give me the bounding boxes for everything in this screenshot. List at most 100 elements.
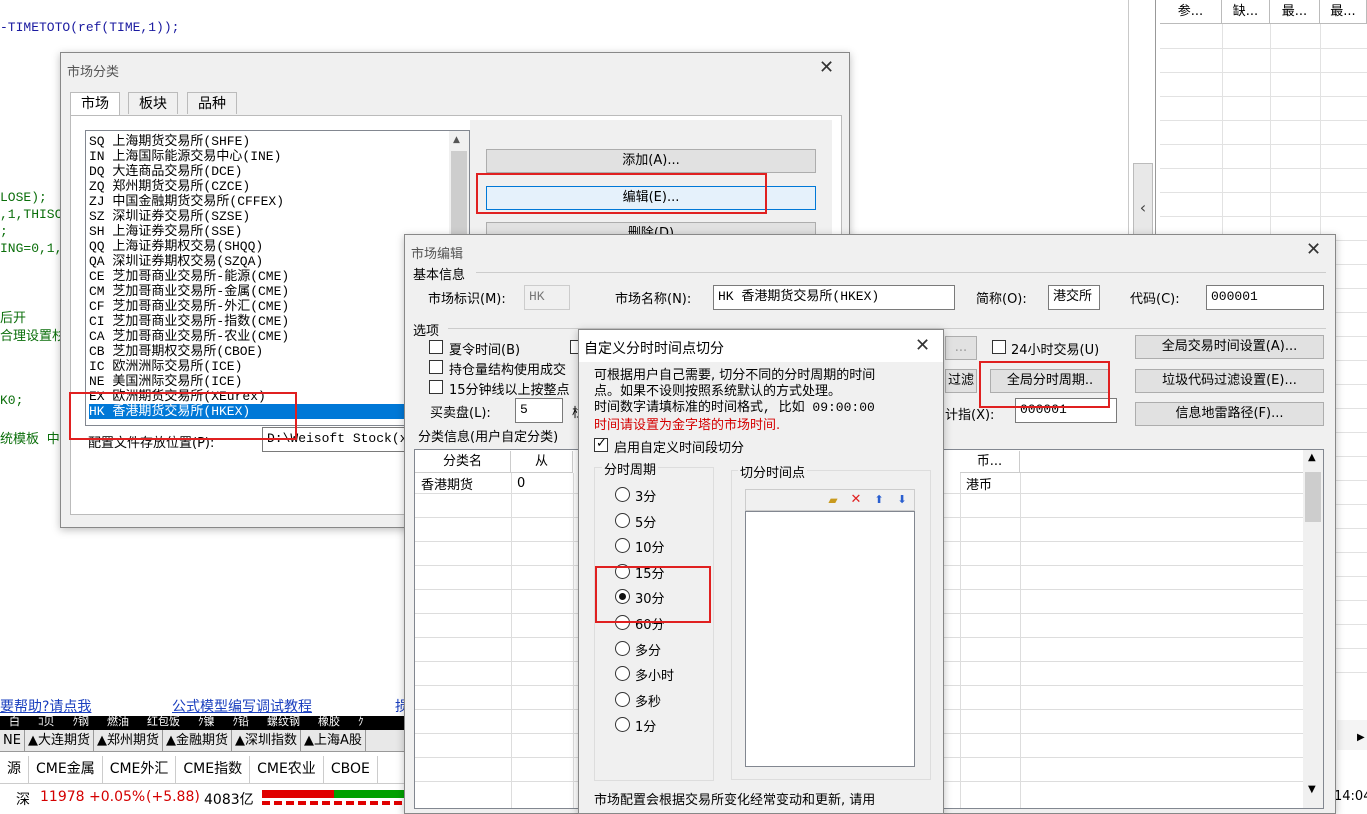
close-icon[interactable]: ✕ [915, 337, 930, 355]
enable-cut-checkbox[interactable]: ✓ [594, 436, 608, 452]
dialog-title: 自定义分时时间点切分 [584, 341, 724, 357]
garbage-filter-button[interactable]: 垃圾代码过滤设置(E)... [1135, 369, 1324, 393]
filter-button[interactable]: 过滤 [945, 369, 977, 393]
market-list-item[interactable]: DQ 大连商品交易所(DCE) [89, 164, 242, 179]
grid-row-line [1160, 120, 1367, 121]
move-down-icon[interactable]: ⬇ [893, 491, 911, 509]
period-radio[interactable] [615, 487, 630, 502]
ticker-item[interactable]: ｸ镍 [189, 716, 224, 728]
position-checkbox[interactable] [429, 360, 443, 374]
info-mine-button[interactable]: 信息地雷路径(F)... [1135, 402, 1324, 426]
period-radio[interactable] [615, 512, 630, 528]
market-list-item[interactable]: CB 芝加哥期权交易所(CBOE) [89, 344, 263, 359]
ticker-item[interactable]: 螺纹钢 [258, 716, 309, 728]
market-tab[interactable]: NE [0, 730, 25, 751]
market-list-item[interactable]: CE 芝加哥商业交易所-能源(CME) [89, 269, 289, 284]
close-icon[interactable]: ✕ [819, 59, 834, 77]
market-list-item[interactable]: CM 芝加哥商业交易所-金属(CME) [89, 284, 289, 299]
period-group-label: 分时周期 [602, 459, 659, 478]
move-up-icon[interactable]: ⬆ [870, 491, 888, 509]
exchange-tab[interactable]: CME指数 [176, 756, 251, 783]
short-name-field[interactable]: 港交所 [1048, 285, 1100, 310]
scroll-arrow[interactable]: ▶ [1337, 720, 1367, 750]
folder-icon[interactable]: ▰ [824, 491, 842, 509]
market-tab[interactable]: ▲郑州期货 [94, 730, 163, 751]
grid-cell[interactable]: 香港期货 [421, 474, 473, 493]
market-list-item[interactable]: IC 欧洲洲际交易所(ICE) [89, 359, 242, 374]
grid-header-currency[interactable]: 币... [960, 451, 1020, 473]
h24-checkbox[interactable] [992, 340, 1006, 354]
exchange-tab[interactable]: CME农业 [250, 756, 324, 783]
market-tab[interactable]: ▲上海A股 [301, 730, 366, 751]
grid-header[interactable]: 最... [1270, 0, 1320, 24]
category-label: 分类信息(用户自定分类) [418, 430, 559, 445]
period-radio[interactable] [615, 640, 630, 656]
market-tab[interactable]: ▲大连期货 [25, 730, 94, 751]
grid-header[interactable]: 缺... [1222, 0, 1270, 24]
ticker-item[interactable]: ｸ [349, 716, 373, 728]
code-field[interactable]: 000001 [1206, 285, 1324, 310]
exchange-tab[interactable]: CME金属 [29, 756, 103, 783]
market-tab[interactable]: ▲金融期货 [163, 730, 232, 751]
desc-line: 时间数字请填标准的时间格式, 比如 09:00:00 [594, 400, 875, 415]
market-name-field[interactable]: HK 香港期货交易所(HKEX) [713, 285, 955, 310]
market-list-item[interactable]: CF 芝加哥商业交易所-外汇(CME) [89, 299, 289, 314]
market-list-item[interactable]: CA 芝加哥商业交易所-农业(CME) [89, 329, 289, 344]
code-line: 统模板 中 [0, 432, 60, 447]
tab-sector[interactable]: 板块 [128, 92, 178, 114]
ellipsis-button[interactable]: ... [945, 336, 977, 360]
code-line: -TIMETOTO(ref(TIME,1)); [0, 20, 180, 35]
tab-market[interactable]: 市场 [70, 92, 120, 116]
kline15-label: 15分钟线以上按整点 [449, 383, 570, 398]
grid-header[interactable]: 参... [1160, 0, 1222, 24]
period-label: 3分 [635, 490, 657, 505]
close-icon[interactable]: ✕ [1306, 241, 1321, 259]
grid-header[interactable]: 最... [1320, 0, 1367, 24]
period-label: 多秒 [635, 694, 662, 710]
grid-row-line [1160, 216, 1367, 217]
market-list-item[interactable]: QA 深圳证券期权交易(SZQA) [89, 254, 263, 269]
code-line: 合理设置杉 [0, 329, 66, 344]
kline15-checkbox[interactable] [429, 380, 443, 394]
bidask-field[interactable]: 5 [515, 398, 563, 423]
add-button[interactable]: 添加(A)... [486, 149, 816, 173]
hk-highlight-box [69, 392, 297, 440]
market-list-item[interactable]: ZJ 中国金融期货交易所(CFFEX) [89, 194, 284, 209]
market-list-item[interactable]: SH 上海证券交易所(SSE) [89, 224, 242, 239]
market-list-item[interactable]: CI 芝加哥商业交易所-指数(CME) [89, 314, 289, 329]
cut-time-list[interactable] [745, 511, 915, 767]
market-tab[interactable]: ▲深圳指数 [232, 730, 301, 751]
delete-icon[interactable]: ✕ [847, 491, 865, 509]
dst-checkbox[interactable] [429, 340, 443, 354]
code-line: ,1,THISC [0, 207, 63, 222]
ticker-item[interactable]: ｸ铅 [224, 716, 259, 728]
market-list-item[interactable]: IN 上海国际能源交易中心(INE) [89, 149, 281, 164]
market-list-item[interactable]: NE 美国洲际交易所(ICE) [89, 374, 242, 389]
ticker-item[interactable]: 白 [0, 716, 29, 728]
market-list-item[interactable]: SZ 深圳证券交易所(SZSE) [89, 209, 250, 224]
global-trading-time-button[interactable]: 全局交易时间设置(A)... [1135, 335, 1324, 359]
help-link[interactable]: 要帮助?请点我 [0, 696, 91, 716]
grid-scrollbar[interactable]: ▲ ▼ [1303, 450, 1323, 808]
ticker-item[interactable]: ｸ钢 [64, 716, 99, 728]
tutorial-link[interactable]: 公式模型编写调试教程 [172, 696, 312, 716]
market-id-field: HK [524, 285, 570, 310]
grid-cell[interactable]: 港币 [966, 474, 992, 493]
market-list-item[interactable]: SQ 上海期货交易所(SHFE) [89, 134, 250, 149]
grid-header-name[interactable]: 分类名 [415, 451, 511, 473]
market-list-item[interactable]: QQ 上海证券期权交易(SHQQ) [89, 239, 263, 254]
period-radio[interactable] [615, 691, 630, 707]
ticker-item[interactable]: 红包饭 [138, 716, 189, 728]
tab-product[interactable]: 品种 [187, 92, 237, 114]
ticker-item[interactable]: 橡胶 [309, 716, 349, 728]
period-label: 1分 [635, 720, 657, 736]
market-list-item[interactable]: ZQ 郑州期货交易所(CZCE) [89, 179, 250, 194]
grid-header-from[interactable]: 从 [511, 451, 573, 473]
ticker-item[interactable]: ｺ贝 [29, 716, 64, 728]
ticker-item[interactable]: 燃油 [98, 716, 138, 728]
exchange-tab[interactable]: CME外汇 [103, 756, 177, 783]
exchange-tab[interactable]: CBOE [324, 756, 378, 783]
edit-highlight-box [476, 173, 767, 214]
grid-cell[interactable]: 0 [517, 476, 525, 491]
exchange-tab[interactable]: 源 [0, 756, 29, 783]
